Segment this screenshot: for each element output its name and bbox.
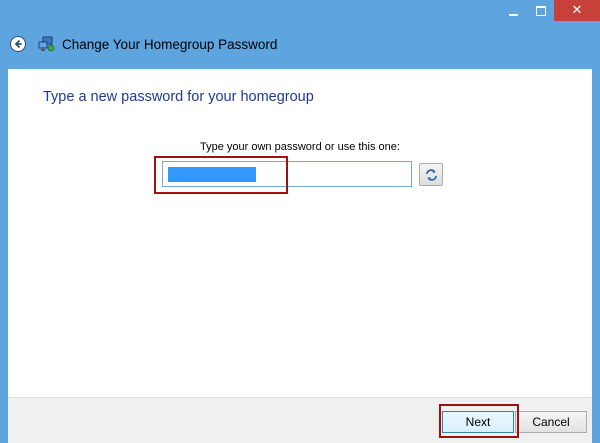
page-heading: Type a new password for your homegroup [43,89,314,105]
password-label: Type your own password or use this one: [200,141,400,153]
back-arrow-icon[interactable] [10,36,26,52]
close-icon[interactable]: ✕ [554,0,600,21]
homegroup-password-window: ✕ Change Your Homegroup Password Type a … [0,0,600,443]
content-panel: Type a new password for your homegroup T… [8,69,592,397]
footer-bar: Next Cancel [8,397,592,443]
cancel-button[interactable]: Cancel [515,411,587,433]
password-input[interactable] [162,161,412,187]
refresh-password-icon [425,168,437,181]
homegroup-icon [38,36,55,52]
minimize-icon[interactable] [500,0,527,21]
refresh-password-button[interactable] [419,163,443,186]
next-button[interactable]: Next [442,411,514,433]
window-title: Change Your Homegroup Password [62,37,278,52]
maximize-icon[interactable] [527,0,554,21]
